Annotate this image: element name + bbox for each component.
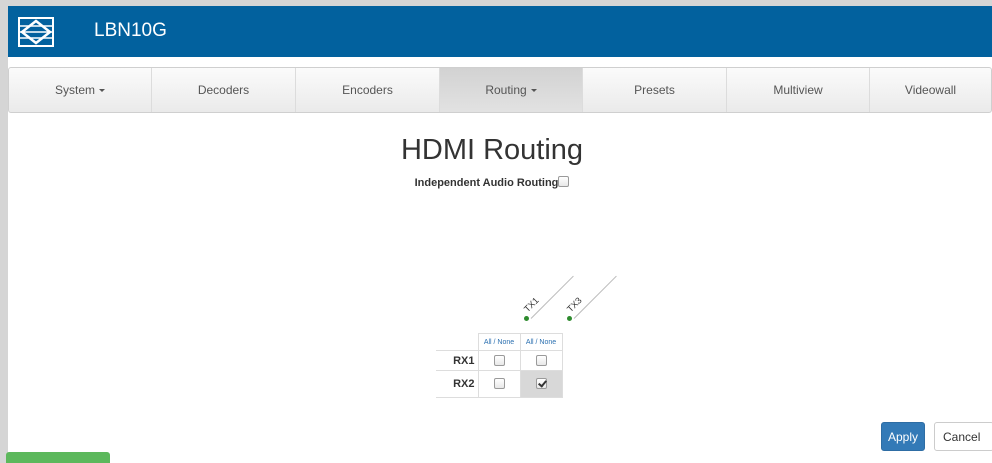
route-checkbox-rx2-tx3[interactable]: [535, 378, 547, 389]
nav-videowall[interactable]: Videowall: [870, 68, 991, 112]
nav-presets-label: Presets: [634, 83, 675, 97]
route-checkbox-rx1-tx1[interactable]: [493, 354, 505, 366]
logo-icon: [16, 15, 56, 49]
app-title: LBN10G: [94, 20, 167, 41]
independent-audio-row: Independent Audio Routing: [0, 176, 984, 190]
route-cell-rx2-tx1: [477, 370, 521, 398]
cancel-button[interactable]: Cancel: [934, 422, 992, 451]
independent-audio-checkbox[interactable]: [558, 176, 570, 187]
independent-audio-label: Independent Audio Routing: [414, 177, 559, 189]
route-cell-rx1-tx1: [477, 350, 521, 371]
all-none-tx3-link[interactable]: All / None: [519, 333, 563, 351]
tx-status-dot-icon: [567, 316, 572, 321]
main-nav: System Decoders Encoders Routing Presets…: [8, 67, 992, 113]
rx-label: RX1: [436, 350, 479, 371]
nav-routing[interactable]: Routing: [440, 68, 583, 112]
nav-decoders[interactable]: Decoders: [152, 68, 296, 112]
nav-encoders[interactable]: Encoders: [296, 68, 440, 112]
route-checkbox-rx2-tx1[interactable]: [493, 378, 505, 389]
nav-system-label: System: [54, 83, 95, 97]
nav-system[interactable]: System: [9, 68, 152, 112]
all-none-tx1-link[interactable]: All / None: [477, 333, 521, 351]
caret-down-icon: [99, 88, 105, 92]
tx-column-header-tx3: TX3: [565, 275, 626, 340]
nav-multiview[interactable]: Multiview: [727, 68, 870, 112]
route-checkbox-rx1-tx3[interactable]: [535, 354, 547, 366]
route-cell-rx2-tx3: [519, 370, 563, 398]
apply-button[interactable]: Apply: [881, 422, 925, 451]
routing-matrix: All / None All / None RX1 RX2: [436, 333, 563, 398]
tx-status-dot-icon: [524, 316, 529, 321]
green-action-button[interactable]: [6, 452, 110, 463]
nav-videowall-label: Videowall: [904, 83, 957, 97]
route-cell-rx1-tx3: [519, 350, 563, 371]
caret-down-icon: [530, 88, 537, 92]
nav-routing-label: Routing: [485, 83, 527, 97]
nav-multiview-label: Multiview: [773, 83, 823, 97]
nav-presets[interactable]: Presets: [583, 68, 727, 112]
rx-label: RX2: [436, 370, 479, 398]
header-bar: LBN10G: [8, 6, 992, 57]
nav-decoders-label: Decoders: [197, 83, 250, 97]
nav-encoders-label: Encoders: [342, 83, 393, 97]
page-title: HDMI Routing: [400, 134, 584, 166]
matrix-corner: [436, 334, 478, 351]
